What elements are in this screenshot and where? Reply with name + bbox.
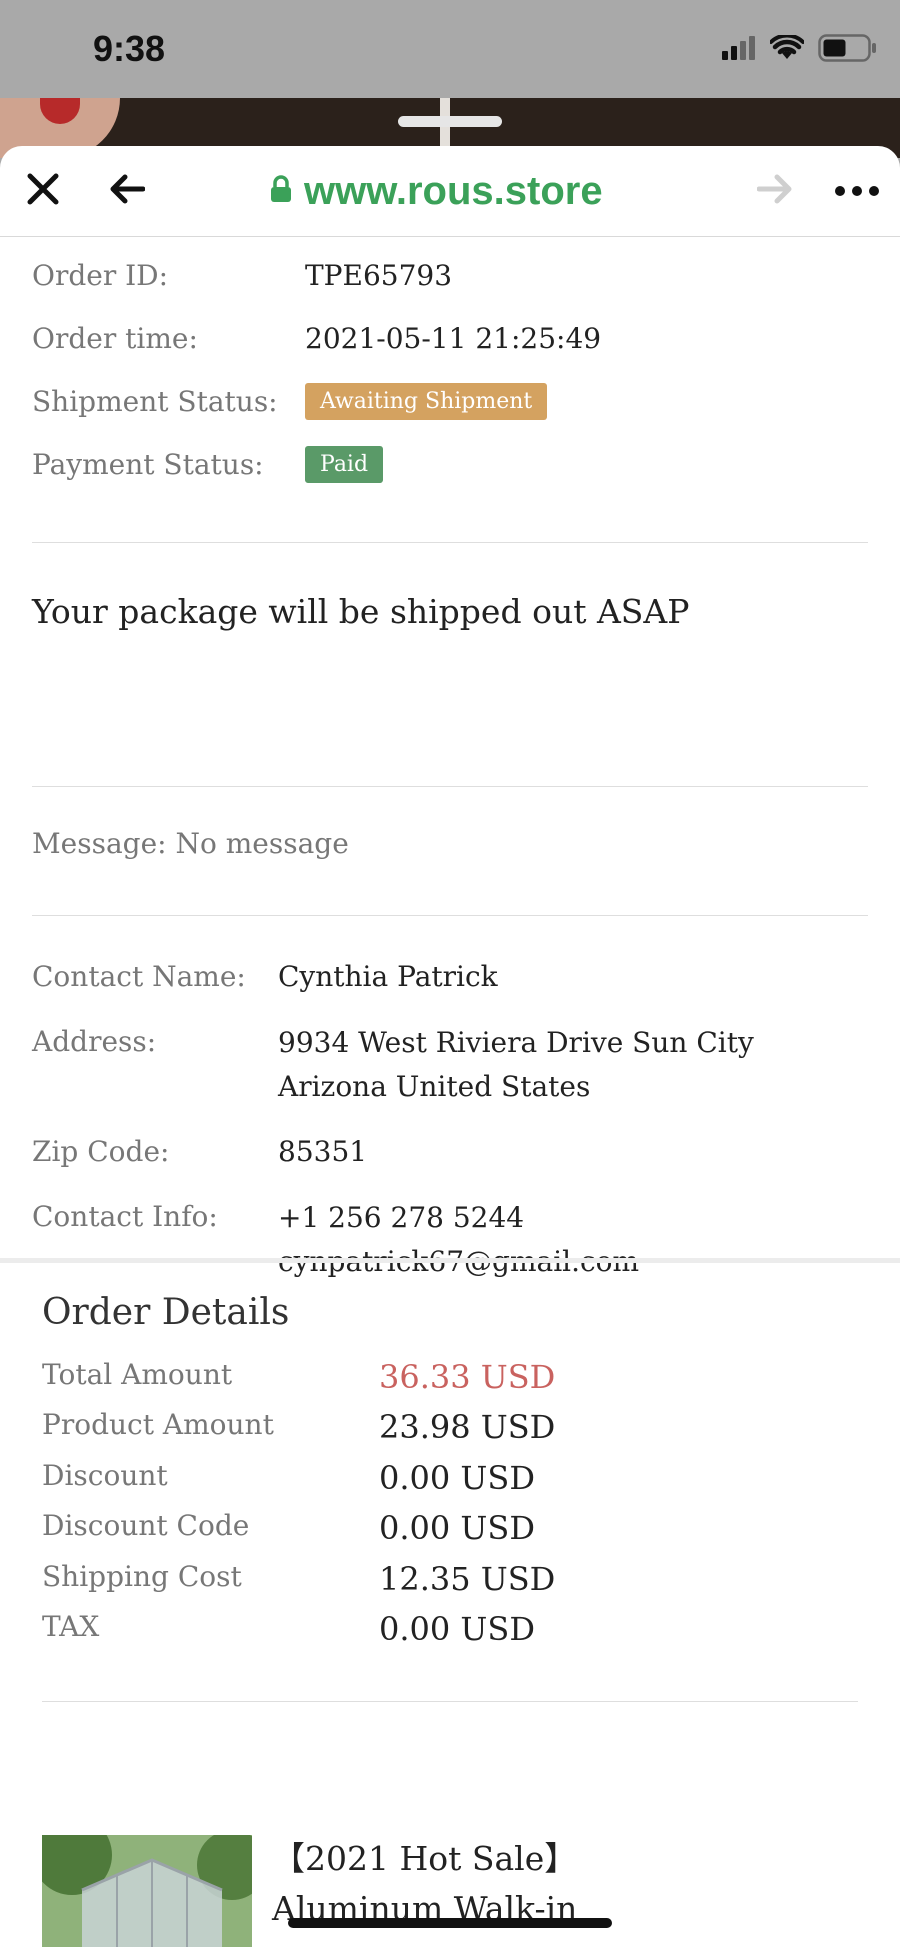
shipment-status-label: Shipment Status: xyxy=(32,385,278,418)
order-time-value: 2021-05-11 21:25:49 xyxy=(305,322,602,355)
cellular-signal-icon xyxy=(722,36,756,64)
forward-arrow-icon xyxy=(756,174,793,208)
forward-button[interactable] xyxy=(752,168,798,214)
browser-toolbar: www.rous.store xyxy=(0,146,900,237)
total-amount-row: Total Amount 36.33 USD xyxy=(42,1358,842,1402)
tax-row: TAX 0.00 USD xyxy=(42,1610,842,1654)
divider xyxy=(32,915,868,916)
payment-status-badge: Paid xyxy=(305,446,384,483)
payment-status-label: Payment Status: xyxy=(32,448,264,481)
divider xyxy=(32,786,868,787)
order-message: Message: No message xyxy=(32,827,349,860)
discount-row: Discount 0.00 USD xyxy=(42,1459,842,1503)
order-time-label: Order time: xyxy=(32,322,198,355)
product-amount-row: Product Amount 23.98 USD xyxy=(42,1408,842,1452)
address-line-1: 9934 West Riviera Drive Sun City xyxy=(278,1026,754,1059)
payment-status-row: Payment Status: Paid xyxy=(32,446,384,483)
battery-icon xyxy=(818,34,878,66)
zip-code-row: Zip Code: 85351 xyxy=(32,1135,367,1168)
shipment-status-row: Shipment Status: Awaiting Shipment xyxy=(32,383,548,420)
address-label: Address: xyxy=(32,1025,157,1058)
address-bar[interactable]: www.rous.store xyxy=(270,166,603,216)
order-details-title: Order Details xyxy=(42,1292,290,1333)
zip-code-label: Zip Code: xyxy=(32,1135,170,1168)
status-bar: 9:38 xyxy=(0,0,900,100)
discount-code-row: Discount Code 0.00 USD xyxy=(42,1509,842,1553)
contact-info-value: +1 256 278 5244 cynpatrick67@gmail.com xyxy=(278,1196,639,1284)
product-amount-label: Product Amount xyxy=(42,1408,274,1441)
total-amount-value: 36.33 USD xyxy=(379,1358,556,1396)
browser-sheet: www.rous.store Order ID: TPE65793 Order … xyxy=(0,146,900,1947)
shipping-cost-value: 12.35 USD xyxy=(379,1560,556,1598)
contact-info-label: Contact Info: xyxy=(32,1200,218,1233)
order-id-row: Order ID: TPE65793 xyxy=(32,259,452,292)
product-image[interactable] xyxy=(42,1835,252,1947)
home-indicator xyxy=(288,1918,612,1928)
order-id-label: Order ID: xyxy=(32,259,169,292)
more-button[interactable] xyxy=(834,168,880,214)
contact-name-value: Cynthia Patrick xyxy=(278,960,498,993)
close-icon xyxy=(26,172,60,210)
lock-icon xyxy=(270,175,292,207)
contact-phone: +1 256 278 5244 xyxy=(278,1201,525,1234)
shipping-notice: Your package will be shipped out ASAP xyxy=(32,592,690,631)
product-amount-value: 23.98 USD xyxy=(379,1408,556,1446)
sheet-grabber[interactable] xyxy=(398,116,502,127)
close-button[interactable] xyxy=(20,168,66,214)
discount-code-label: Discount Code xyxy=(42,1509,250,1542)
discount-code-value: 0.00 USD xyxy=(379,1509,535,1547)
tax-value: 0.00 USD xyxy=(379,1610,535,1648)
product-title-line-1: 【2021 Hot Sale】 xyxy=(272,1839,578,1878)
back-arrow-icon xyxy=(109,174,146,208)
address-line-2: Arizona United States xyxy=(278,1070,591,1103)
divider xyxy=(32,542,868,543)
section-separator xyxy=(0,1258,900,1263)
order-time-row: Order time: 2021-05-11 21:25:49 xyxy=(32,322,601,355)
shipping-cost-label: Shipping Cost xyxy=(42,1560,242,1593)
divider xyxy=(42,1701,858,1702)
back-button[interactable] xyxy=(104,168,150,214)
contact-info-row: Contact Info: +1 256 278 5244 cynpatrick… xyxy=(32,1200,639,1284)
zip-code-value: 85351 xyxy=(278,1135,368,1168)
status-icons xyxy=(722,30,878,70)
status-time: 9:38 xyxy=(93,28,166,69)
tax-label: TAX xyxy=(42,1610,100,1643)
shipping-cost-row: Shipping Cost 12.35 USD xyxy=(42,1560,842,1604)
wifi-icon xyxy=(769,33,805,65)
contact-name-row: Contact Name: Cynthia Patrick xyxy=(32,960,498,993)
address-row: Address: 9934 West Riviera Drive Sun Cit… xyxy=(32,1025,754,1109)
total-amount-label: Total Amount xyxy=(42,1358,233,1391)
order-id-value: TPE65793 xyxy=(305,259,453,292)
more-icon xyxy=(834,182,880,201)
url-text: www.rous.store xyxy=(304,168,603,213)
shipment-status-badge: Awaiting Shipment xyxy=(305,383,548,420)
address-value: 9934 West Riviera Drive Sun City Arizona… xyxy=(278,1021,754,1109)
discount-value: 0.00 USD xyxy=(379,1459,535,1497)
contact-name-label: Contact Name: xyxy=(32,960,246,993)
discount-label: Discount xyxy=(42,1459,168,1492)
